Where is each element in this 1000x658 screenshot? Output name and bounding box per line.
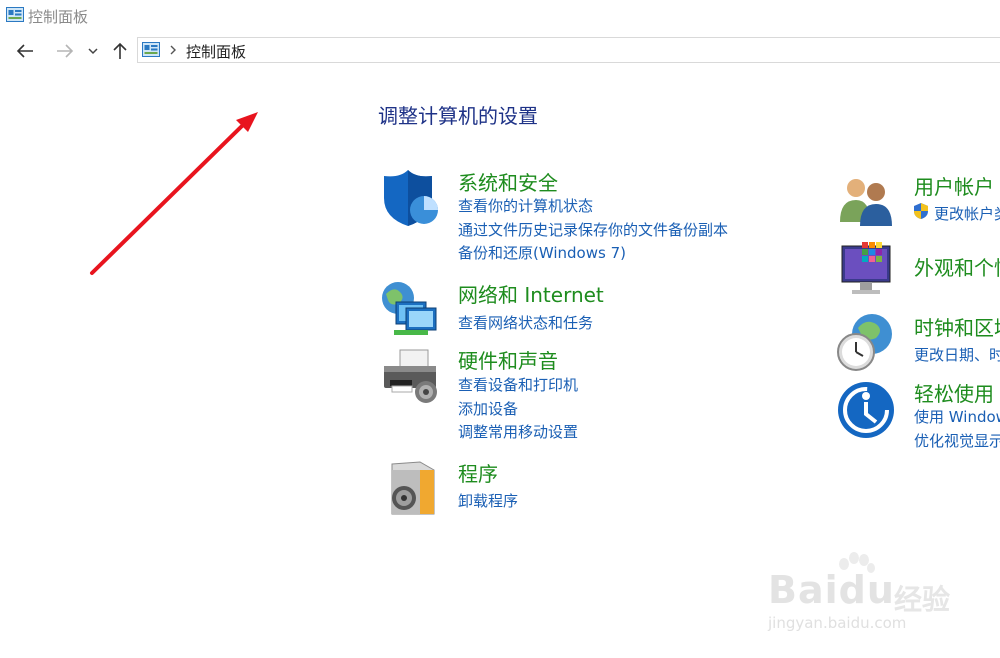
baidu-watermark: Baidu 经验 jingyan.baidu.com — [766, 552, 986, 642]
link-windows-suggest[interactable]: 使用 Windows — [914, 406, 1000, 427]
chevron-right-icon[interactable] — [168, 43, 178, 57]
breadcrumb-control-panel[interactable]: 控制面板 — [186, 41, 246, 62]
category-title[interactable]: 网络和 Internet — [458, 279, 604, 308]
link-change-account-type[interactable]: 更改帐户类 — [934, 203, 1000, 224]
category-title[interactable]: 硬件和声音 — [458, 345, 558, 374]
link-uninstall-program[interactable]: 卸载程序 — [458, 490, 518, 511]
forward-arrow-icon — [57, 44, 74, 58]
link-devices-printers[interactable]: 查看设备和打印机 — [458, 374, 578, 395]
control-panel-icon — [142, 42, 160, 57]
appearance-icon — [841, 242, 891, 294]
category-title[interactable]: 用户帐户 — [914, 171, 994, 200]
watermark-url: jingyan.baidu.com — [768, 614, 907, 632]
link-optimize-display[interactable]: 优化视觉显示 — [914, 430, 1000, 451]
window-title: 控制面板 — [28, 8, 89, 26]
up-button[interactable] — [107, 38, 133, 64]
navigation-bar: 控制面板 — [0, 34, 1000, 68]
uac-shield-icon — [914, 203, 928, 219]
control-panel-icon — [6, 7, 24, 22]
printer-icon — [384, 349, 437, 403]
category-title[interactable]: 外观和个性 — [914, 252, 1000, 281]
category-title[interactable]: 程序 — [458, 458, 498, 487]
address-bar[interactable]: 控制面板 — [137, 37, 1000, 63]
network-icon — [382, 282, 437, 335]
link-view-network-status[interactable]: 查看网络状态和任务 — [458, 312, 593, 333]
chevron-down-icon — [88, 48, 98, 55]
back-arrow-icon — [16, 44, 33, 58]
programs-icon — [391, 461, 435, 515]
title-bar: 控制面板 — [0, 0, 1000, 32]
category-title[interactable]: 时钟和区域 — [914, 312, 1000, 341]
link-file-history-backup[interactable]: 通过文件历史记录保存你的文件备份副本 — [458, 219, 728, 240]
category-title[interactable]: 轻松使用 — [914, 378, 994, 407]
link-backup-restore[interactable]: 备份和还原(Windows 7) — [458, 242, 626, 263]
page-heading: 调整计算机的设置 — [378, 104, 538, 128]
link-change-date-time[interactable]: 更改日期、时 — [914, 344, 1000, 365]
ease-of-access-icon — [838, 382, 894, 438]
link-add-device[interactable]: 添加设备 — [458, 398, 518, 419]
link-mobility-settings[interactable]: 调整常用移动设置 — [458, 421, 578, 442]
watermark-text: 经验 — [894, 583, 951, 616]
users-icon — [840, 179, 892, 226]
watermark-logo: Baidu — [768, 568, 895, 612]
link-view-computer-status[interactable]: 查看你的计算机状态 — [458, 195, 593, 216]
recent-locations-button[interactable] — [82, 38, 104, 64]
category-title[interactable]: 系统和安全 — [458, 167, 558, 196]
clock-globe-icon — [837, 314, 892, 371]
shield-icon — [384, 170, 438, 226]
up-arrow-icon — [113, 42, 127, 59]
forward-button[interactable] — [52, 38, 78, 64]
back-button[interactable] — [12, 38, 38, 64]
